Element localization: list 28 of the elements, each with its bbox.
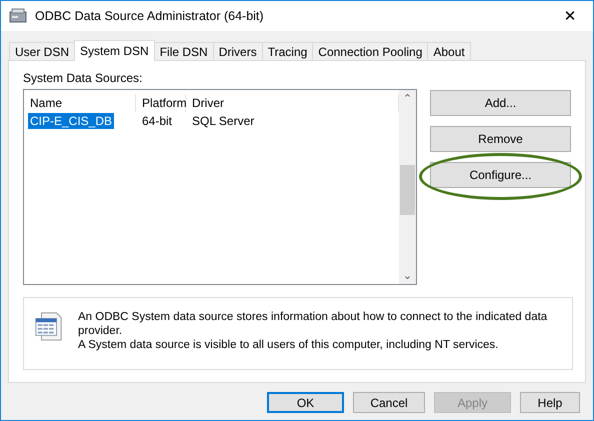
tab[interactable]: Tracing xyxy=(262,42,314,60)
dialog-button[interactable]: Cancel xyxy=(353,392,425,413)
action-button[interactable]: Configure... xyxy=(430,162,571,188)
scrollbar[interactable]: ⌃ ⌄ xyxy=(399,90,416,284)
scroll-up-button[interactable]: ⌃ xyxy=(399,90,416,107)
column-header[interactable]: Platform xyxy=(136,94,186,112)
list-item[interactable]: CIP-E_CIS_DB xyxy=(28,113,114,129)
info-text: An ODBC System data source stores information about how to connect to the indicated data provider. xyxy=(78,310,548,338)
scroll-thumb[interactable] xyxy=(400,165,415,215)
tab[interactable]: User DSN xyxy=(9,42,76,60)
window-title: ODBC Data Source Administrator (64-bit) xyxy=(35,9,265,23)
column-header[interactable]: Name xyxy=(24,94,136,112)
info-text: A System data source is visible to all users of this computer, including NT services. xyxy=(78,338,500,352)
table-cell-text: SQL Server xyxy=(191,114,256,128)
action-button[interactable]: Add... xyxy=(430,90,571,116)
dialog-button[interactable]: Help xyxy=(520,392,580,413)
close-button[interactable]: ✕ xyxy=(547,1,593,31)
table-cell-text: 64-bit xyxy=(141,114,174,128)
scroll-down-button[interactable]: ⌄ xyxy=(399,267,416,284)
tab[interactable]: Connection Pooling xyxy=(312,42,428,60)
app-icon xyxy=(9,8,27,24)
tab[interactable]: System DSN xyxy=(74,40,155,61)
dialog-button[interactable]: OK xyxy=(267,392,344,413)
data-source-list[interactable]: Name Platform Driver CIP-E_CIS_DB 64-bit SQL Server ⌃ ⌄ xyxy=(23,89,417,285)
list-label: System Data Sources: xyxy=(23,71,144,85)
tab[interactable]: About xyxy=(427,42,471,60)
table-document-icon xyxy=(34,310,64,342)
action-button[interactable]: Remove xyxy=(430,126,571,152)
